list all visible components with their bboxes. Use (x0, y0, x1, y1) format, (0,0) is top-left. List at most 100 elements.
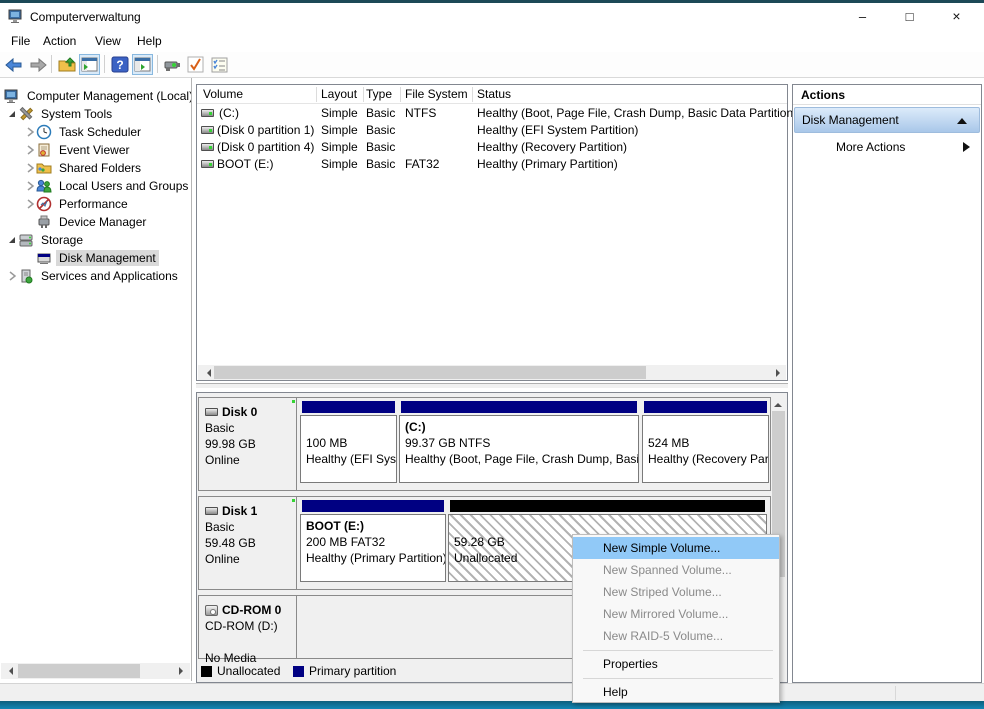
disk-0-row[interactable]: Disk 0 Basic 99.98 GB Online 100 MB Heal… (198, 397, 771, 491)
forward-button[interactable] (27, 54, 48, 75)
partition-title (648, 419, 768, 435)
close-button[interactable]: × (934, 3, 979, 30)
export-list-button[interactable] (209, 54, 230, 75)
partition-efi[interactable]: 100 MB Healthy (EFI System Partition) (300, 401, 397, 483)
show-action-pane-button[interactable] (132, 54, 153, 75)
tree-item-disk-management[interactable]: Disk Management (0, 249, 192, 267)
column-file-system[interactable]: File System (405, 87, 468, 101)
menu-file[interactable]: File (7, 33, 34, 49)
chevron-collapsed-icon[interactable] (24, 126, 36, 138)
column-type[interactable]: Type (366, 87, 392, 101)
column-layout[interactable]: Layout (321, 87, 357, 101)
disk-size: 99.98 GB (205, 436, 296, 452)
tree-item-local-users-groups[interactable]: Local Users and Groups (0, 177, 192, 195)
partition-color-band (450, 500, 765, 512)
chevron-collapsed-icon[interactable] (24, 180, 36, 192)
partition-status: Healthy (EFI System Partition) (306, 451, 396, 467)
tree-item-system-tools[interactable]: System Tools (0, 105, 192, 123)
tree-item-shared-folders[interactable]: Shared Folders (0, 159, 192, 177)
help-button[interactable]: ? (109, 54, 130, 75)
maximize-button[interactable]: □ (887, 3, 932, 30)
tree-item-storage[interactable]: Storage (0, 231, 192, 249)
partition-title (306, 419, 396, 435)
partition-recovery[interactable]: 524 MB Healthy (Recovery Partition) (642, 401, 769, 483)
console-tree-pane: Computer Management (Local) System Tools… (0, 78, 192, 681)
cell-status: Healthy (EFI System Partition) (477, 123, 638, 137)
scrollbar-thumb[interactable] (214, 366, 646, 379)
menu-item-properties[interactable]: Properties (573, 653, 779, 675)
menu-item-new-spanned-volume: New Spanned Volume... (573, 559, 779, 581)
menu-view[interactable]: View (91, 33, 125, 49)
disk-type: Basic (205, 420, 296, 436)
status-bar (0, 683, 984, 701)
volume-row-boot-e[interactable]: BOOT (E:) Simple Basic FAT32 Healthy (Pr… (197, 156, 787, 173)
validate-button[interactable] (185, 54, 206, 75)
tree-item-computer-management[interactable]: Computer Management (Local) (0, 87, 192, 105)
tree-item-services-applications[interactable]: Services and Applications (0, 267, 192, 285)
column-status[interactable]: Status (477, 87, 511, 101)
tree-item-label: Computer Management (Local) (24, 88, 192, 104)
up-folder-icon (58, 57, 76, 73)
chevron-collapsed-icon[interactable] (24, 198, 36, 210)
volume-row-c[interactable]: (C:) Simple Basic NTFS Healthy (Boot, Pa… (197, 105, 787, 122)
volume-row-partition1[interactable]: (Disk 0 partition 1) Simple Basic Health… (197, 122, 787, 139)
pane-splitter[interactable] (196, 383, 788, 389)
tree-item-device-manager[interactable]: Device Manager (0, 213, 192, 231)
partition-color-band (302, 401, 395, 413)
chevron-collapsed-icon[interactable] (24, 144, 36, 156)
local-users-groups-icon (36, 178, 52, 194)
menu-item-new-simple-volume[interactable]: New Simple Volume... (573, 537, 779, 559)
show-console-tree-button[interactable] (79, 54, 100, 75)
volume-list-horizontal-scrollbar[interactable] (198, 365, 786, 380)
scroll-up-icon[interactable] (774, 399, 782, 407)
back-icon (5, 57, 23, 73)
chevron-expanded-icon[interactable] (6, 108, 18, 120)
menu-item-help[interactable]: Help (573, 681, 779, 703)
scrollbar-thumb[interactable] (18, 664, 140, 678)
column-volume[interactable]: Volume (203, 87, 243, 101)
back-button[interactable] (3, 54, 24, 75)
scroll-left-icon[interactable] (203, 369, 211, 377)
storage-icon (18, 232, 34, 248)
remote-connection-button[interactable] (161, 54, 182, 75)
chevron-collapsed-icon[interactable] (24, 162, 36, 174)
chevron-collapsed-icon[interactable] (6, 270, 18, 282)
tree-item-label: Storage (38, 232, 86, 248)
tree-horizontal-scrollbar[interactable] (1, 663, 190, 679)
action-pane-icon (134, 57, 151, 72)
minimize-button[interactable]: – (840, 3, 885, 30)
chevron-expanded-icon[interactable] (6, 234, 18, 246)
disk-0-label[interactable]: Disk 0 Basic 99.98 GB Online (199, 398, 297, 490)
tree-item-label: Performance (56, 196, 131, 212)
partition-boot-e[interactable]: BOOT (E:) 200 MB FAT32 Healthy (Primary … (300, 500, 446, 582)
computer-management-window: Computerverwaltung – □ × File Action Vie… (0, 0, 984, 709)
event-viewer-icon (36, 142, 52, 158)
tree-item-task-scheduler[interactable]: Task Scheduler (0, 123, 192, 141)
partition-status: Healthy (Recovery Partition) (648, 451, 768, 467)
menu-help[interactable]: Help (133, 33, 166, 49)
partition-title: (C:) (405, 419, 638, 435)
scroll-right-icon[interactable] (776, 369, 784, 377)
scroll-right-icon[interactable] (179, 667, 187, 675)
title-bar[interactable]: Computerverwaltung – □ × (0, 3, 984, 30)
system-tools-icon (18, 106, 34, 122)
tree-item-performance[interactable]: Performance (0, 195, 192, 213)
partition-color-band (644, 401, 767, 413)
partition-c[interactable]: (C:) 99.37 GB NTFS Healthy (Boot, Page F… (399, 401, 639, 483)
more-actions-item[interactable]: More Actions (794, 135, 980, 159)
cell-file-system: FAT32 (405, 157, 439, 171)
partition-status: Healthy (Primary Partition) (306, 550, 445, 566)
menu-item-new-striped-volume: New Striped Volume... (573, 581, 779, 603)
cdrom-0-label[interactable]: CD-ROM 0 CD-ROM (D:) No Media (199, 596, 297, 658)
menu-action[interactable]: Action (39, 33, 80, 49)
volume-row-partition4[interactable]: (Disk 0 partition 4) Simple Basic Health… (197, 139, 787, 156)
collapse-icon[interactable] (957, 118, 967, 124)
app-icon (8, 8, 24, 24)
up-one-level-button[interactable] (56, 54, 77, 75)
tree-item-event-viewer[interactable]: Event Viewer (0, 141, 192, 159)
volume-list-header[interactable]: Volume Layout Type File System Status (197, 85, 787, 104)
actions-section-disk-management[interactable]: Disk Management (794, 107, 980, 133)
cell-type: Basic (366, 140, 395, 154)
disk-1-label[interactable]: Disk 1 Basic 59.48 GB Online (199, 497, 297, 589)
scroll-left-icon[interactable] (5, 667, 13, 675)
